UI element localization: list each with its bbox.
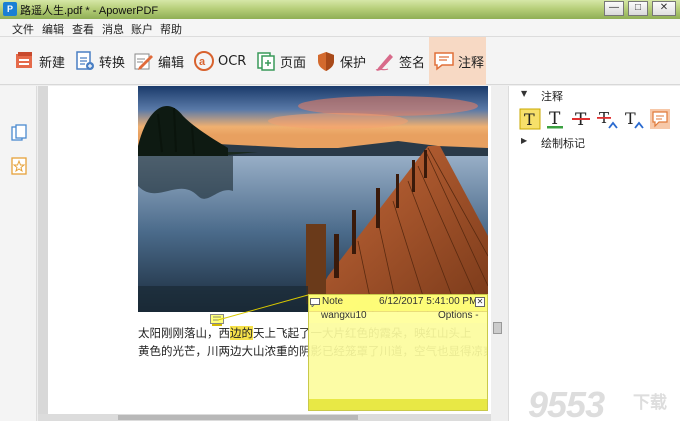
menu-messages[interactable]: 消息 (102, 21, 124, 37)
title-bar: P 路遥人生.pdf * - ApowerPDF — □ ✕ (0, 0, 680, 19)
menu-edit[interactable]: 编辑 (42, 21, 64, 37)
menu-help[interactable]: 帮助 (160, 21, 182, 37)
sign-label: 签名 (399, 55, 426, 71)
annotate-button[interactable]: 注释 (429, 37, 486, 85)
edit-button[interactable]: 编辑 (133, 37, 184, 85)
maximize-button[interactable]: □ (628, 1, 648, 16)
ocr-label: OCR (218, 53, 247, 69)
minimize-button[interactable]: — (604, 1, 624, 16)
note-footer (309, 399, 487, 410)
svg-text:a: a (199, 56, 206, 68)
replace-text-icon[interactable]: T (597, 108, 619, 130)
note-text-area[interactable] (309, 323, 487, 401)
note-connector-line (217, 294, 309, 321)
note-icon (310, 298, 320, 307)
svg-text:T: T (524, 110, 535, 129)
annotate-section-label: 注释 (541, 90, 563, 103)
page-button[interactable]: 页面 (255, 37, 306, 85)
new-label: 新建 (39, 55, 66, 71)
expand-arrow-icon: ▶ (521, 136, 528, 145)
window-title: 路遥人生.pdf * - ApowerPDF (20, 5, 159, 17)
convert-button[interactable]: 转换 (74, 37, 125, 85)
convert-icon (76, 51, 94, 70)
convert-label: 转换 (99, 55, 126, 71)
new-button[interactable]: 新建 (14, 37, 65, 85)
edit-pencil-icon (134, 53, 153, 70)
menu-account[interactable]: 账户 (131, 21, 153, 37)
note-subheader: wangxu10 Options - (309, 309, 487, 323)
note-close-button[interactable]: ✕ (475, 297, 485, 307)
menu-view[interactable]: 查看 (72, 21, 94, 37)
annotate-section-header[interactable]: ▼ 注释 (509, 86, 680, 104)
annotation-tools-row: T T T T T (519, 108, 679, 132)
lake-pier-photo (138, 86, 488, 312)
note-author: wangxu10 (321, 310, 367, 321)
menu-bar: 文件 编辑 查看 消息 账户 帮助 (0, 19, 680, 37)
note-date: 6/12/2017 5:41:00 PM (379, 296, 478, 307)
horizontal-scrollbar[interactable] (38, 414, 491, 421)
sign-button[interactable]: 签名 (374, 37, 425, 85)
doc-text-start: 太阳刚刚落山，西 (138, 326, 230, 340)
menu-file[interactable]: 文件 (12, 21, 34, 37)
insert-text-icon[interactable]: T (623, 108, 645, 130)
horizontal-scroll-thumb[interactable] (118, 415, 358, 420)
protect-button[interactable]: 保护 (315, 37, 366, 85)
comment-icon (434, 52, 454, 71)
vertical-scrollbar[interactable] (491, 86, 504, 421)
svg-text:T: T (625, 109, 636, 128)
note-title: Note (322, 296, 344, 307)
page-label: 页面 (280, 55, 307, 71)
note-popup[interactable]: Note 6/12/2017 5:41:00 PM ✕ wangxu10 Opt… (308, 294, 488, 411)
page-icon (257, 52, 275, 71)
collapse-arrow-icon: ▼ (521, 89, 528, 98)
ocr-button[interactable]: a OCR (193, 37, 246, 85)
draw-markup-section-header[interactable]: ▶ 绘制标记 (509, 133, 680, 151)
vertical-scroll-thumb[interactable] (493, 322, 502, 334)
edit-label: 编辑 (158, 55, 185, 71)
new-document-icon (16, 52, 32, 68)
site-watermark-suffix: 下载 (633, 393, 667, 413)
app-logo-icon: P (3, 2, 17, 16)
site-watermark: 9553 (528, 384, 605, 421)
note-options-button[interactable]: Options - (438, 310, 479, 321)
ocr-icon: a (194, 51, 214, 71)
right-panel: ▼ 注释 T T T T T ▶ 绘制标记 (508, 86, 680, 421)
left-sidebar (0, 86, 37, 421)
sticky-note-icon[interactable] (649, 108, 671, 130)
protect-label: 保护 (340, 55, 367, 71)
signature-pen-icon (375, 54, 393, 71)
highlighted-text[interactable]: 边的 (230, 326, 253, 340)
shield-icon (318, 52, 334, 71)
main-toolbar: 新建 转换 编辑 a OCR 页面 保护 签名 注释 (0, 37, 680, 85)
thumbnails-icon[interactable] (11, 124, 27, 142)
strikethrough-text-icon[interactable]: T (571, 108, 593, 130)
highlight-text-icon[interactable]: T (519, 108, 541, 130)
close-button[interactable]: ✕ (652, 1, 676, 16)
underline-text-icon[interactable]: T (545, 108, 567, 130)
bookmark-star-icon[interactable] (11, 157, 27, 175)
annotate-label: 注释 (458, 55, 485, 71)
draw-markup-label: 绘制标记 (541, 137, 585, 150)
